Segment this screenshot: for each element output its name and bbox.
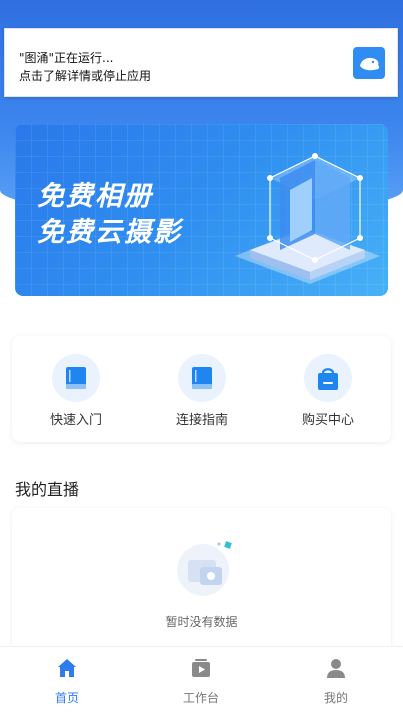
banner-line-2: 免费云摄影: [37, 217, 182, 248]
live-list-card: 暂时没有数据: [12, 508, 391, 658]
cloud-album-illustration: [235, 153, 380, 284]
banner-line-1: 免费相册: [37, 181, 153, 212]
menu-item-purchase-center[interactable]: 购买中心: [278, 354, 378, 428]
tab-home-label: 首页: [54, 691, 79, 705]
menu-label-purchase-center: 购买中心: [301, 413, 354, 428]
shopping-bag-icon: [304, 354, 352, 402]
tab-home[interactable]: 首页: [17, 657, 117, 706]
menu-label-quick-start: 快速入门: [49, 413, 102, 428]
video-play-icon: [192, 659, 210, 677]
app-logo-icon: [353, 47, 385, 79]
notification-title: "图涌"正在运行...: [19, 51, 114, 65]
tab-mine-label: 我的: [323, 691, 348, 705]
home-icon: [58, 659, 76, 677]
bottom-tab-bar: 首页 工作台 我的: [0, 646, 403, 717]
promo-banner[interactable]: 免费相册 免费云摄影: [15, 124, 388, 296]
running-notification[interactable]: "图涌"正在运行... 点击了解详情或停止应用: [4, 28, 398, 97]
empty-photo-icon: [177, 541, 232, 596]
tab-workbench[interactable]: 工作台: [151, 657, 251, 706]
live-section-title: 我的直播: [15, 480, 80, 499]
tab-mine[interactable]: 我的: [286, 657, 386, 706]
menu-item-quick-start[interactable]: 快速入门: [26, 354, 126, 428]
book-icon: [52, 354, 100, 402]
quick-menu-card: 快速入门 连接指南 购买中心: [12, 336, 391, 442]
book-icon: [178, 354, 226, 402]
empty-state-text: 暂时没有数据: [165, 615, 238, 629]
menu-label-connection-guide: 连接指南: [175, 413, 228, 428]
menu-item-connection-guide[interactable]: 连接指南: [152, 354, 252, 428]
notification-subtitle: 点击了解详情或停止应用: [19, 69, 152, 83]
tab-workbench-label: 工作台: [182, 691, 219, 705]
user-icon: [327, 659, 345, 678]
